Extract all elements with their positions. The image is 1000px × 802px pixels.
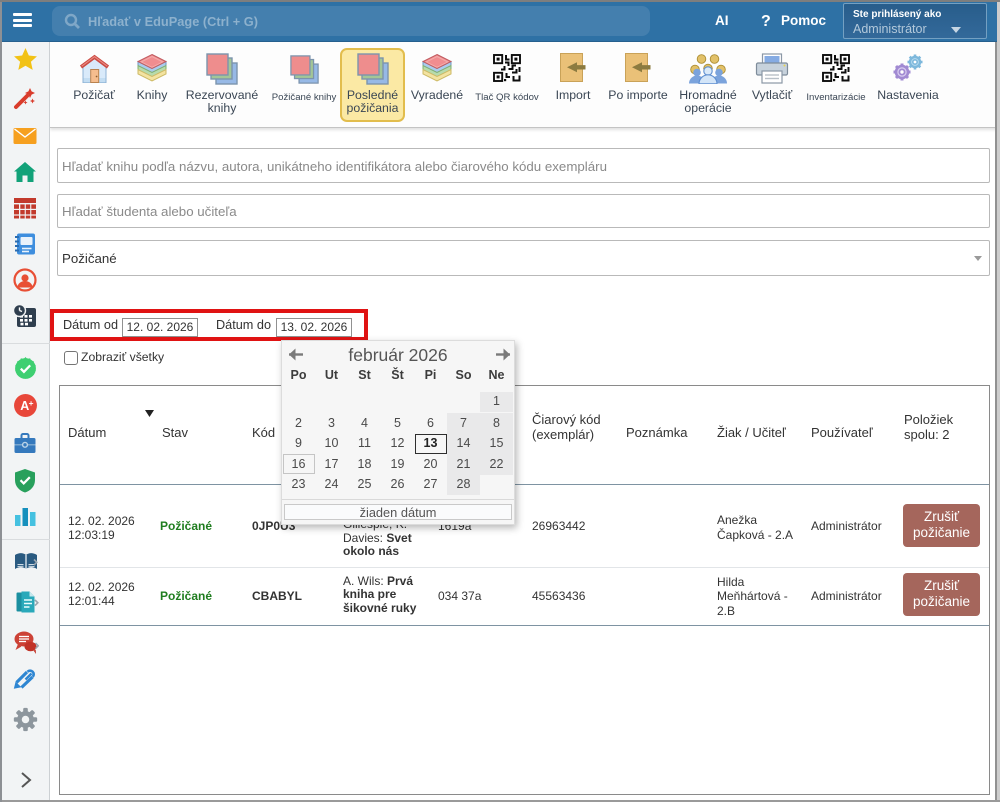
svg-text:+: + bbox=[29, 398, 34, 408]
